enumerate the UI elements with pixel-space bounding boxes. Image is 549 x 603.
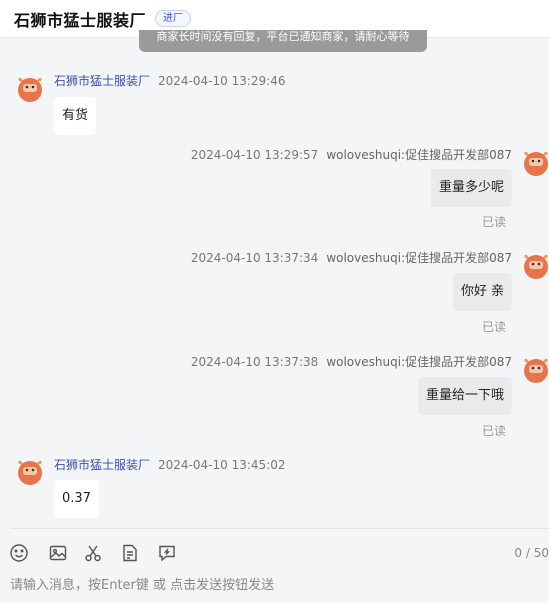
read-status: 已读 xyxy=(481,320,506,334)
message-meta: 2024-04-10 13:37:38 woloveshuqi:促佳搜品开发部08… xyxy=(191,353,512,370)
page-title: 石狮市猛士服装厂 xyxy=(14,10,147,30)
sender-name: woloveshuqi:促佳搜品开发部087 xyxy=(326,355,512,369)
message-bubble: 0.37 xyxy=(54,480,99,518)
message-time: 2024-04-10 13:45:02 xyxy=(158,458,286,472)
message-time: 2024-04-10 13:29:57 xyxy=(190,148,319,162)
input-divider xyxy=(10,528,549,529)
avatar[interactable] xyxy=(15,455,45,485)
system-notice: 商家长时间没有回复，平台已通知商家，请耐心等待 xyxy=(139,30,427,52)
avatar[interactable] xyxy=(15,72,45,102)
message-bubble: 你好 亲 xyxy=(452,273,512,311)
sender-name[interactable]: 石狮市猛士服装厂 xyxy=(54,458,150,472)
message-meta: 2024-04-10 13:37:34 woloveshuqi:促佳搜品开发部08… xyxy=(191,249,512,266)
avatar[interactable] xyxy=(521,146,549,176)
sender-name: woloveshuqi:促佳搜品开发部087 xyxy=(326,148,512,162)
message-meta: 2024-04-10 13:29:57 woloveshuqi:促佳搜品开发部08… xyxy=(191,146,512,163)
sender-name[interactable]: 石狮市猛士服装厂 xyxy=(54,74,150,88)
read-status: 已读 xyxy=(481,215,506,229)
input-toolbar xyxy=(0,540,549,568)
message-time: 2024-04-10 13:29:46 xyxy=(158,74,286,88)
message-bubble: 有货 xyxy=(54,97,97,135)
avatar[interactable] xyxy=(521,353,549,383)
message-input[interactable] xyxy=(10,574,540,596)
read-status: 已读 xyxy=(481,424,506,438)
message-meta: 石狮市猛士服装厂 2024-04-10 13:45:02 xyxy=(54,456,285,473)
document-icon[interactable] xyxy=(117,540,143,566)
message-meta: 石狮市猛士服装厂 2024-04-10 13:29:46 xyxy=(54,72,285,89)
enter-factory-badge[interactable]: 进厂 xyxy=(155,10,192,27)
message-bubble: 重量多少呢 xyxy=(430,169,512,207)
quick-reply-icon[interactable] xyxy=(154,540,180,566)
scissors-icon[interactable] xyxy=(80,540,106,566)
message-time: 2024-04-10 13:37:38 xyxy=(190,355,319,369)
message-bubble: 重量给一下哦 xyxy=(417,377,512,415)
char-counter: 0 / 50 xyxy=(514,546,549,560)
sender-name: woloveshuqi:促佳搜品开发部087 xyxy=(326,251,512,265)
avatar[interactable] xyxy=(521,249,549,279)
image-icon[interactable] xyxy=(45,540,71,566)
message-time: 2024-04-10 13:37:34 xyxy=(190,251,319,265)
emoji-icon[interactable] xyxy=(6,540,32,566)
